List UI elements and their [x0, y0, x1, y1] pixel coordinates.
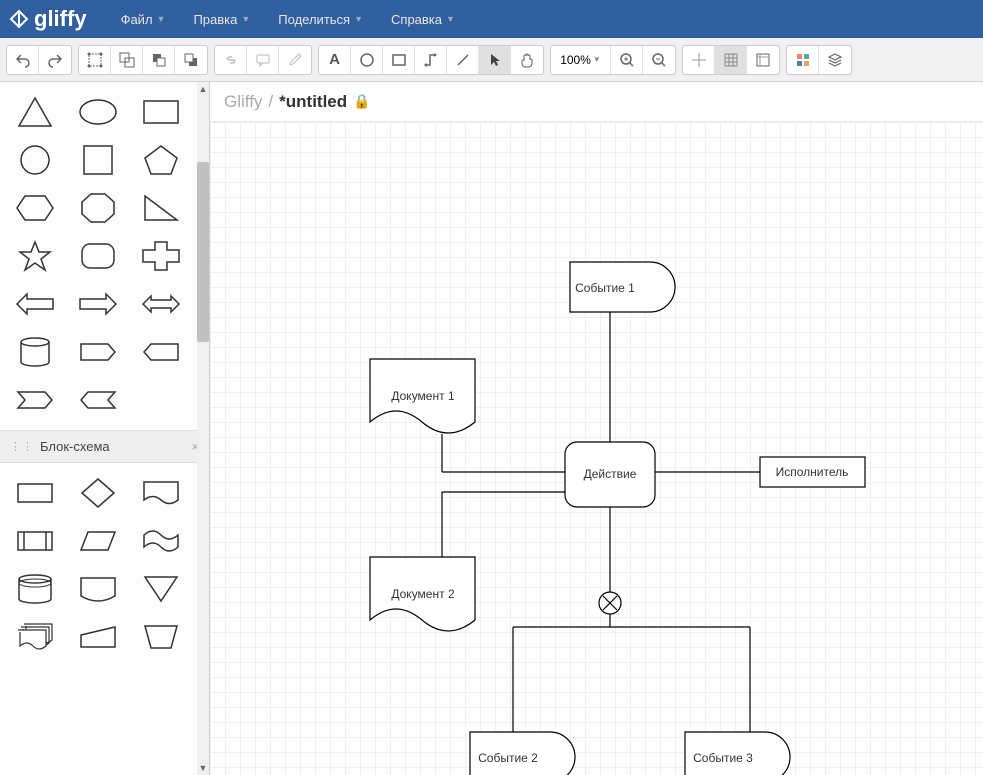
group-button[interactable] — [111, 46, 143, 74]
front-button[interactable] — [143, 46, 175, 74]
flowchart-manual-input[interactable] — [73, 617, 123, 657]
menu-edit[interactable]: Правка▼ — [179, 0, 264, 38]
flowchart-tape[interactable] — [136, 521, 186, 561]
node-event3[interactable]: Событие 3 — [693, 751, 753, 765]
link-button[interactable] — [215, 46, 247, 74]
node-event1[interactable]: Событие 1 — [575, 281, 635, 295]
theme-button[interactable] — [787, 46, 819, 74]
breadcrumb: Gliffy / *untitled 🔒 — [210, 82, 983, 122]
shape-circle[interactable] — [10, 140, 60, 180]
shape-rectangle[interactable] — [136, 92, 186, 132]
shape-octagon[interactable] — [73, 188, 123, 228]
node-doc2[interactable]: Документ 2 — [391, 587, 455, 601]
shape-pentagon[interactable] — [136, 140, 186, 180]
shape-rounded-rect[interactable] — [73, 236, 123, 276]
flowchart-data[interactable] — [73, 521, 123, 561]
flowchart-display[interactable] — [73, 569, 123, 609]
canvas-area: Gliffy / *untitled 🔒 — [210, 82, 983, 775]
flowchart-extract[interactable] — [136, 569, 186, 609]
redo-button[interactable] — [39, 46, 71, 74]
flowchart-process[interactable] — [10, 473, 60, 513]
toolbar: A 100%▼ — [0, 38, 983, 82]
node-action[interactable]: Действие — [584, 467, 637, 481]
flowchart-database[interactable] — [10, 569, 60, 609]
pointer-tool-button[interactable] — [479, 46, 511, 74]
flowchart-predefined[interactable] — [10, 521, 60, 561]
shape-tag-right[interactable] — [73, 332, 123, 372]
flowchart-document[interactable] — [136, 473, 186, 513]
main-menu: Файл▼ Правка▼ Поделиться▼ Справка▼ — [107, 0, 469, 38]
node-performer[interactable]: Исполнитель — [776, 465, 849, 479]
menu-help[interactable]: Справка▼ — [377, 0, 469, 38]
flowchart-manual-op[interactable] — [136, 617, 186, 657]
app-logo[interactable]: gliffy — [8, 6, 87, 32]
snap-button[interactable] — [683, 46, 715, 74]
lock-icon: 🔒 — [353, 93, 370, 110]
shape-banner-left[interactable] — [73, 380, 123, 420]
rect-tool-button[interactable] — [383, 46, 415, 74]
shape-triangle[interactable] — [10, 92, 60, 132]
shape-ellipse[interactable] — [73, 92, 123, 132]
brush-button[interactable] — [279, 46, 311, 74]
undo-button[interactable] — [7, 46, 39, 74]
canvas[interactable]: Событие 1 Документ 1 Действие Исполнител… — [210, 122, 983, 775]
text-tool-button[interactable]: A — [319, 46, 351, 74]
node-event2[interactable]: Событие 2 — [478, 751, 538, 765]
flowchart-multidoc[interactable] — [10, 617, 60, 657]
shape-banner-right[interactable] — [10, 380, 60, 420]
layers-button[interactable] — [819, 46, 851, 74]
shape-arrow-left[interactable] — [10, 284, 60, 324]
shape-arrow-both[interactable] — [136, 284, 186, 324]
guides-button[interactable] — [747, 46, 779, 74]
app-name: gliffy — [34, 6, 87, 32]
drag-handle-icon: ⋮⋮ — [10, 440, 34, 453]
section-flowchart[interactable]: ⋮⋮ Блок-схема × — [0, 430, 209, 463]
connector-tool-button[interactable] — [415, 46, 447, 74]
section-label: Блок-схема — [40, 439, 110, 454]
line-tool-button[interactable] — [447, 46, 479, 74]
shapes-sidebar: ⋮⋮ Блок-схема × ▲ ▼ — [0, 82, 210, 775]
menu-file[interactable]: Файл▼ — [107, 0, 180, 38]
scroll-thumb[interactable] — [197, 162, 209, 342]
zoom-out-button[interactable] — [643, 46, 675, 74]
scroll-up-icon[interactable]: ▲ — [197, 82, 209, 96]
flowchart-decision[interactable] — [73, 473, 123, 513]
zoom-in-button[interactable] — [611, 46, 643, 74]
node-doc1[interactable]: Документ 1 — [391, 389, 455, 403]
zoom-level[interactable]: 100%▼ — [551, 46, 611, 74]
grid-button[interactable] — [715, 46, 747, 74]
shape-cylinder[interactable] — [10, 332, 60, 372]
shape-hexagon[interactable] — [10, 188, 60, 228]
document-title[interactable]: *untitled — [279, 92, 347, 112]
shape-star[interactable] — [10, 236, 60, 276]
menu-share[interactable]: Поделиться▼ — [264, 0, 377, 38]
shape-plus[interactable] — [136, 236, 186, 276]
shape-tag-left[interactable] — [136, 332, 186, 372]
topbar: gliffy Файл▼ Правка▼ Поделиться▼ Справка… — [0, 0, 983, 38]
sidebar-scrollbar[interactable]: ▲ ▼ — [197, 82, 209, 775]
pan-tool-button[interactable] — [511, 46, 543, 74]
shape-right-triangle[interactable] — [136, 188, 186, 228]
select-button[interactable] — [79, 46, 111, 74]
breadcrumb-root[interactable]: Gliffy — [224, 92, 262, 112]
comment-button[interactable] — [247, 46, 279, 74]
back-button[interactable] — [175, 46, 207, 74]
scroll-down-icon[interactable]: ▼ — [197, 761, 209, 775]
shape-arrow-right[interactable] — [73, 284, 123, 324]
shape-square[interactable] — [73, 140, 123, 180]
diagram[interactable]: Событие 1 Документ 1 Действие Исполнител… — [210, 122, 983, 775]
ellipse-tool-button[interactable] — [351, 46, 383, 74]
